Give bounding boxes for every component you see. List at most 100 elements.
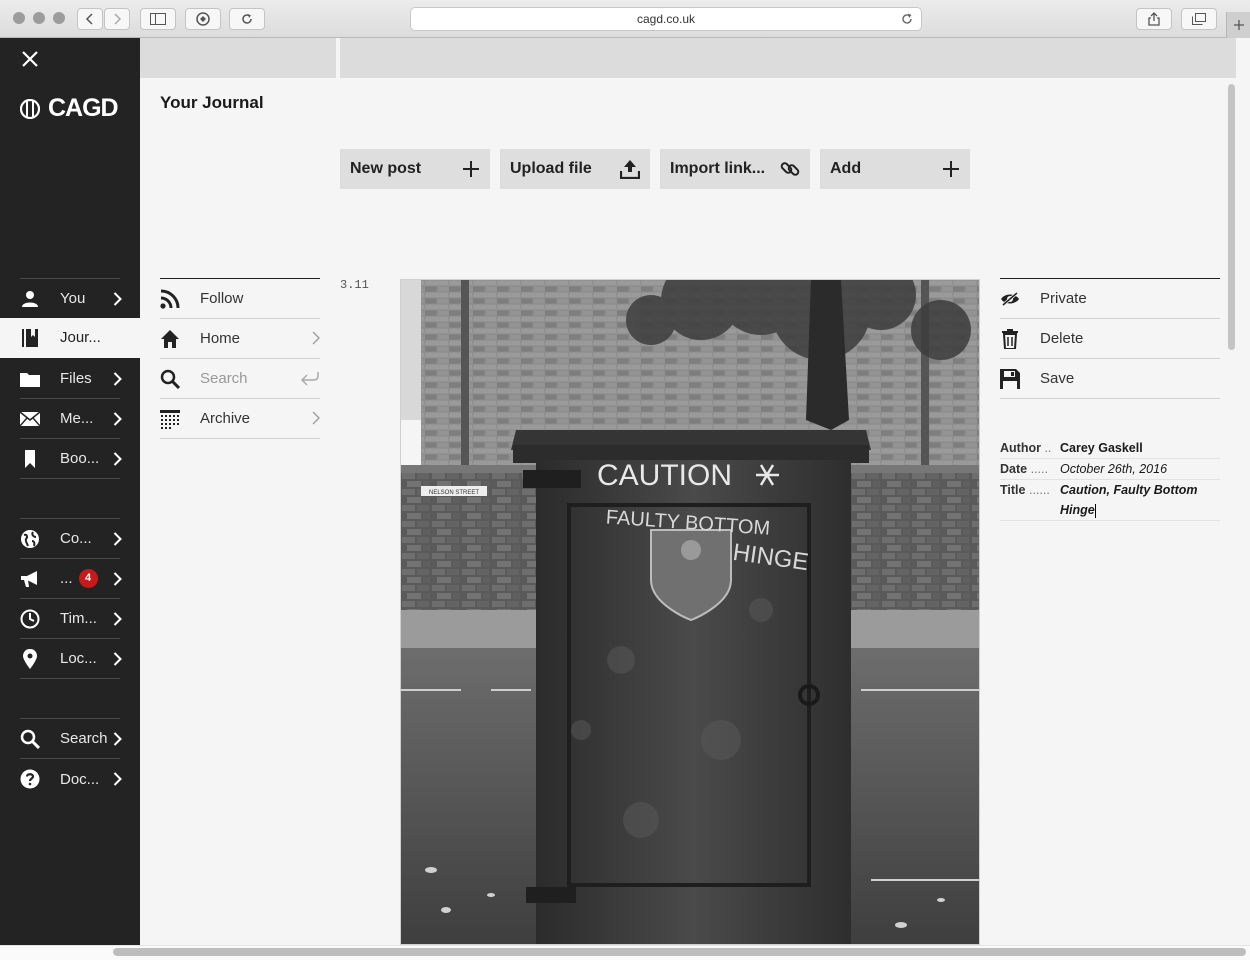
close-window-button[interactable] [13,12,25,24]
share-icon [1148,12,1160,26]
meta-title-row: Title ...... Caution, Faulty Bottom Hing… [1000,480,1220,521]
meta-date-key: Date [1000,462,1028,476]
plus-icon [1233,20,1244,30]
close-icon[interactable] [20,49,40,69]
journal-nav-label: Home [200,330,241,347]
chevron-right-icon [113,452,122,466]
link-icon [780,162,800,176]
clock-icon [20,609,40,629]
logo-mark-icon [20,98,40,119]
url-text: cagd.co.uk [636,12,696,26]
app-sidebar: CAGD You Files Me... Boo... Jour... Co..… [0,38,140,960]
minimize-window-button[interactable] [33,12,45,24]
sidebar-toggle-button[interactable] [140,8,176,30]
add-button[interactable]: Add [820,149,970,189]
journal-nav-archive[interactable]: Archive [160,399,320,439]
calendar-grid-icon [160,409,180,429]
reload-icon[interactable] [900,12,914,26]
meta-author-row: Author .. Carey Gaskell [1000,438,1220,459]
reload-toolbar-button[interactable] [229,8,265,30]
journal-nav: Follow Home Search Archive [160,278,320,439]
chevron-right-icon [113,532,122,546]
graffiti-caution: CAUTION [597,459,732,492]
button-label: Upload file [510,160,592,177]
journal-nav-follow[interactable]: Follow [160,279,320,319]
meta-title-line-2: Hinge [1060,503,1095,517]
meta-date-value[interactable]: October 26th, 2016 [1060,459,1220,479]
page-title: Your Journal [160,93,264,112]
brand-logo[interactable]: CAGD [20,94,119,123]
journal-icon [20,328,40,353]
new-tab-button[interactable] [1226,12,1250,38]
post-photo[interactable]: NELSON STREET CAUTION FAULTY BOTTOM HING… [400,279,980,945]
chevron-right-icon [113,572,122,586]
delete-label: Delete [1040,330,1084,347]
sidebar-item-you[interactable]: You [20,279,122,319]
private-toggle[interactable]: Private [1000,279,1220,319]
sidebar-item-timeline[interactable]: Tim... [20,599,122,639]
chevron-right-icon [312,411,320,425]
sidebar-item-label: ... [60,570,73,587]
sidebar-item-label: Jour... [60,329,101,346]
tabs-overview-button[interactable] [1181,8,1217,30]
sidebar-item-docs[interactable]: Doc... [20,759,122,799]
tabs-icon [1192,13,1206,25]
save-button[interactable]: Save [1000,359,1220,399]
chevron-right-icon [113,292,122,306]
chevron-right-icon [312,331,320,345]
post-version: 3.11 [340,278,369,292]
sidebar-item-label: Search [60,730,108,747]
chevron-right-icon [113,372,122,386]
meta-title-line-2-wrap: Hinge [1060,500,1220,520]
home-icon [160,329,180,349]
back-button[interactable] [77,8,103,30]
chevron-right-icon [113,612,122,626]
zoom-window-button[interactable] [53,12,65,24]
chevron-right-icon [113,772,122,786]
meta-title-input[interactable]: Caution, Faulty Bottom Hinge [1060,480,1220,520]
address-bar[interactable]: cagd.co.uk [410,7,922,31]
sidebar-tertiary-nav: Search Doc... [20,718,122,799]
sidebar-item-label: Files [60,370,92,387]
chevron-right-icon [114,13,122,25]
chevron-right-icon [113,732,122,746]
forward-button[interactable] [104,8,130,30]
sidebar-item-messages[interactable]: Me... [20,399,122,439]
sidebar-item-label: Boo... [60,450,100,467]
horizontal-scrollbar[interactable] [113,948,1246,956]
sidebar-item-announcements[interactable]: ... 4 [20,559,122,599]
extension-icon [196,12,210,26]
sidebar-item-label: You [60,290,86,307]
extension-button[interactable] [185,8,221,30]
sidebar-item-search[interactable]: Search [20,719,122,759]
user-icon [20,289,40,309]
meta-title-key-wrap: Title ...... [1000,480,1060,520]
share-button[interactable] [1136,8,1172,30]
sidebar-item-locations[interactable]: Loc... [20,639,122,679]
meta-author-key-wrap: Author .. [1000,438,1060,458]
sidebar-item-files[interactable]: Files [20,359,122,399]
globe-icon [20,529,40,549]
chevron-right-icon [113,652,122,666]
chevron-right-icon [113,412,122,426]
sidebar-item-bookmarks[interactable]: Boo... [20,439,122,479]
meta-dots: ..... [1030,462,1048,476]
sidebar-item-journal[interactable]: Jour... [0,318,140,358]
import-link-button[interactable]: Import link... [660,149,810,189]
vertical-scrollbar[interactable] [1228,84,1235,350]
rss-icon [160,289,180,309]
top-strip-left [140,38,336,78]
meta-author-value[interactable]: Carey Gaskell [1060,438,1220,458]
top-strip-main [340,38,1236,78]
journal-nav-home[interactable]: Home [160,319,320,359]
plus-icon [943,161,959,177]
help-icon [20,769,40,789]
journal-nav-label: Archive [200,410,251,427]
journal-search-field[interactable]: Search [160,359,320,399]
action-toolbar: New post Upload file Import link... Add [340,149,970,189]
new-post-button[interactable]: New post [340,149,490,189]
sidebar-item-community[interactable]: Co... [20,519,122,559]
upload-file-button[interactable]: Upload file [500,149,650,189]
megaphone-icon [20,569,40,589]
delete-button[interactable]: Delete [1000,319,1220,359]
